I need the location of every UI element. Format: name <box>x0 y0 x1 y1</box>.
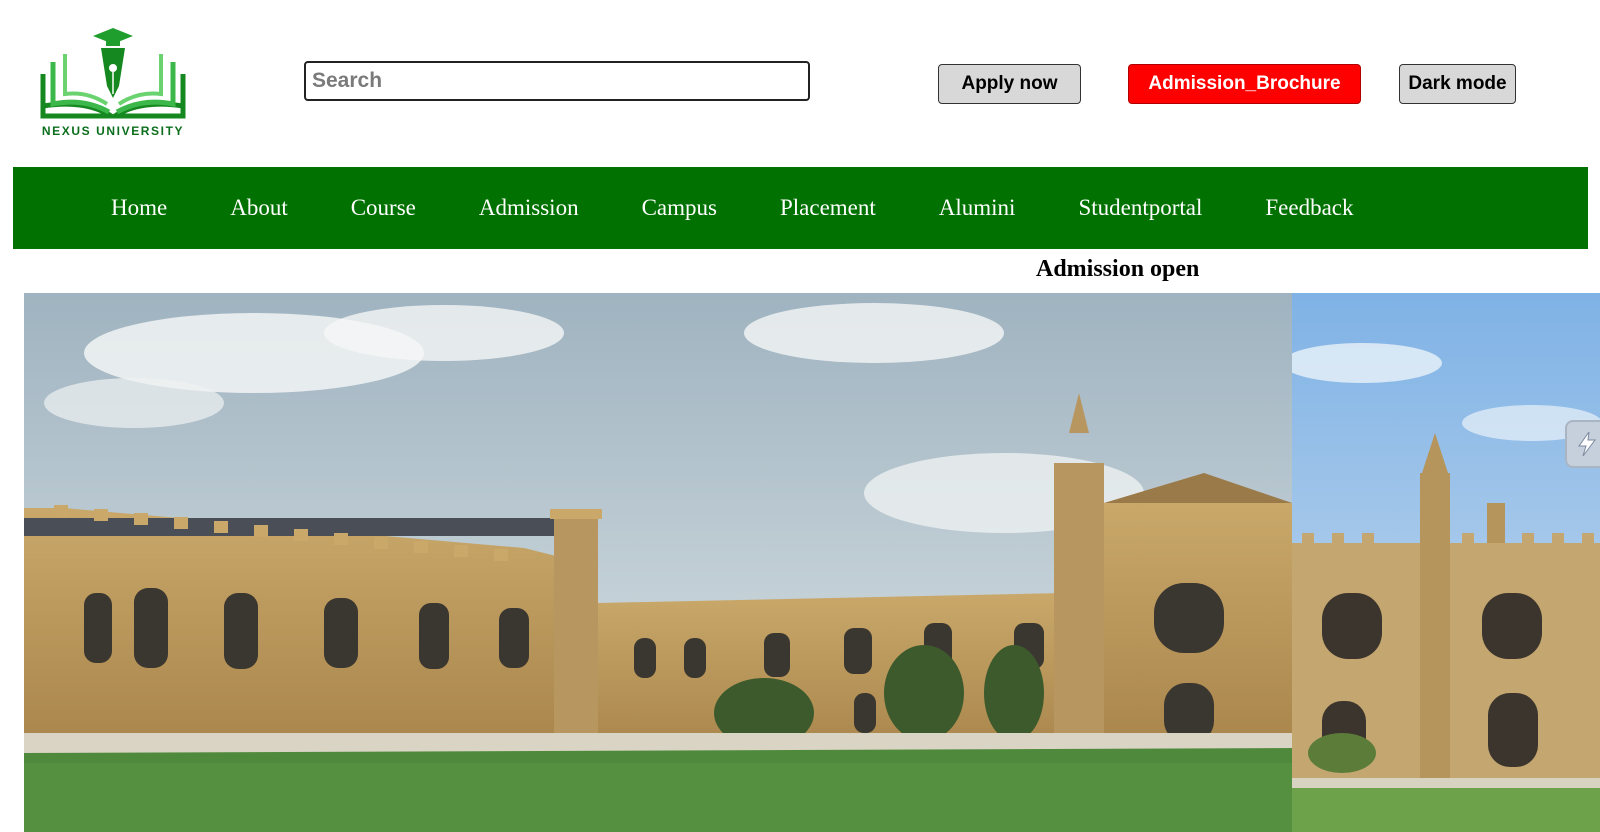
logo-text: NEXUS UNIVERSITY <box>41 124 185 138</box>
nav-item-studentportal[interactable]: Studentportal <box>1078 195 1202 221</box>
search-input[interactable] <box>304 61 810 101</box>
nav-item-feedback[interactable]: Feedback <box>1265 195 1353 221</box>
lightning-icon <box>1578 431 1596 457</box>
campus-building-photo <box>1292 293 1600 832</box>
nav-item-home[interactable]: Home <box>111 195 167 221</box>
admission-brochure-button[interactable]: Admission_Brochure <box>1128 64 1361 104</box>
nav-item-admission[interactable]: Admission <box>479 195 579 221</box>
admission-marquee: Admission open <box>1036 256 1200 282</box>
dark-mode-button[interactable]: Dark mode <box>1399 64 1516 104</box>
university-logo[interactable]: NEXUS UNIVERSITY <box>28 24 198 142</box>
nav-item-campus[interactable]: Campus <box>642 195 717 221</box>
main-navigation: Home About Course Admission Campus Place… <box>13 167 1588 249</box>
nav-item-placement[interactable]: Placement <box>780 195 876 221</box>
nav-item-course[interactable]: Course <box>351 195 416 221</box>
nav-item-alumini[interactable]: Alumini <box>939 195 1016 221</box>
campus-quad-photo <box>24 293 1292 832</box>
side-widget-handle[interactable] <box>1565 420 1600 468</box>
apply-now-button[interactable]: Apply now <box>938 64 1081 104</box>
open-book-pen-icon <box>40 28 186 119</box>
nav-item-about[interactable]: About <box>230 195 288 221</box>
